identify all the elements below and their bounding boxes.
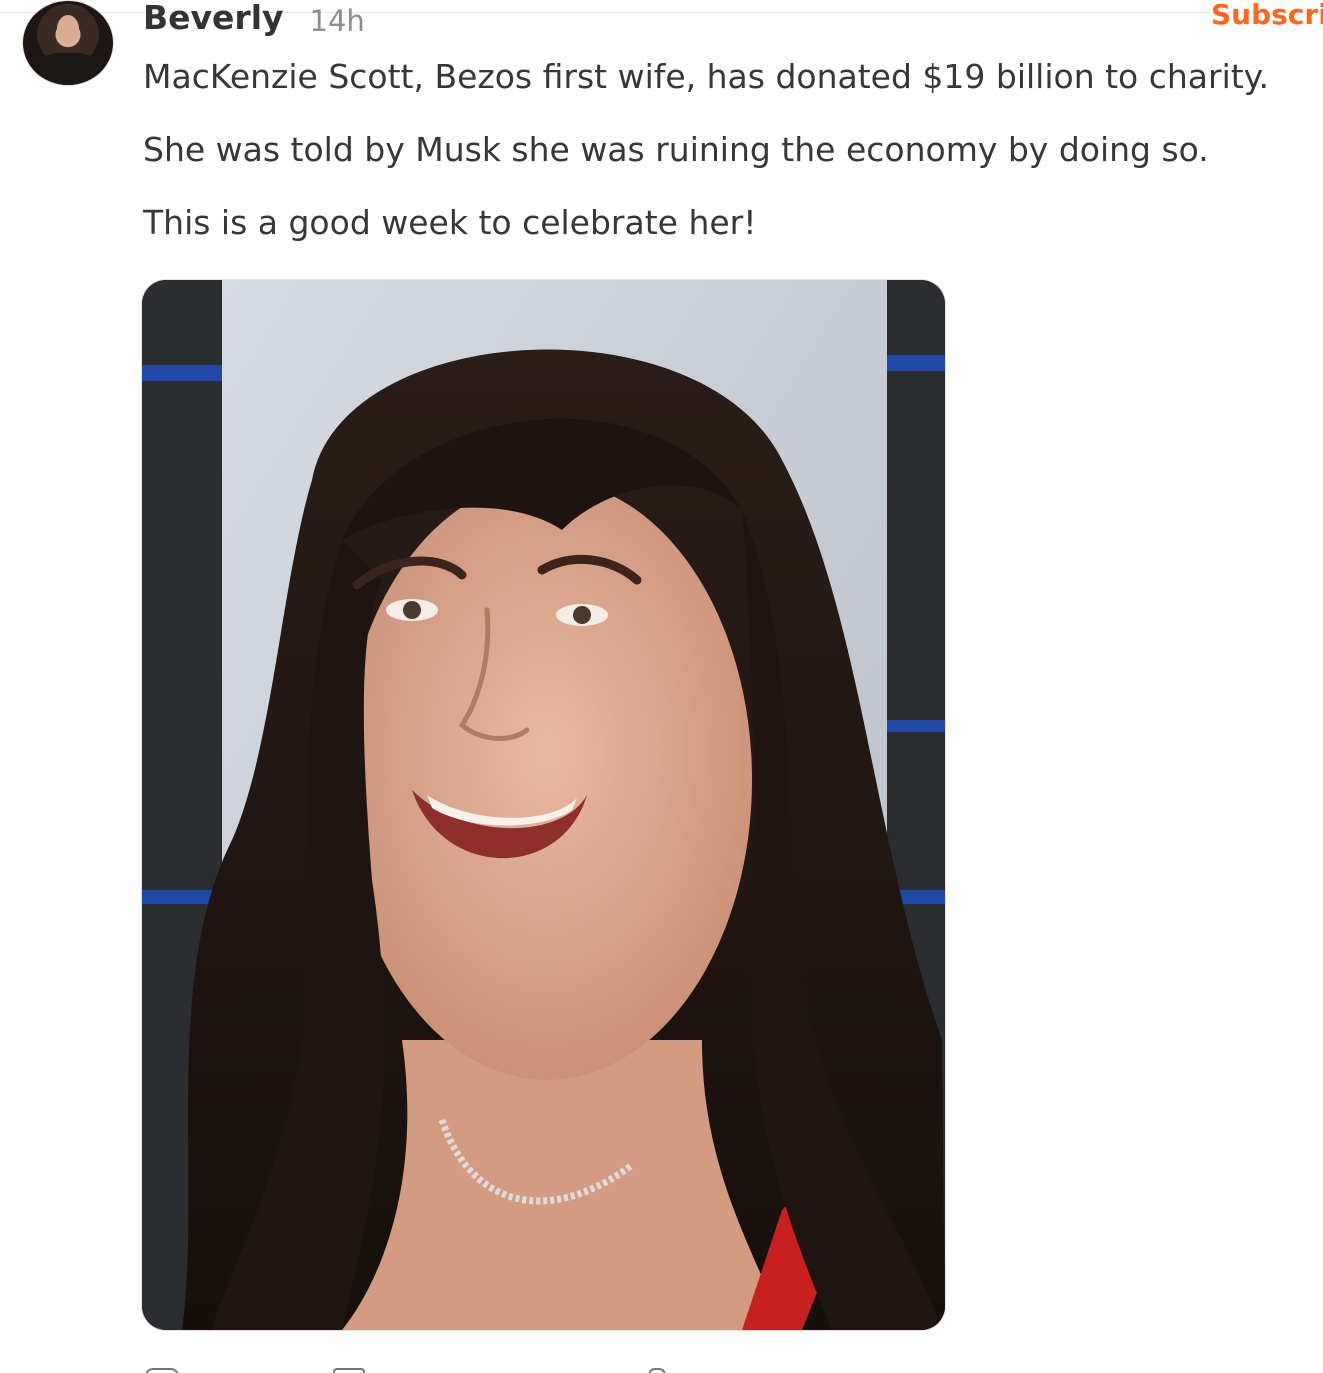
author-name[interactable]: Beverly	[143, 0, 284, 37]
post-image[interactable]	[142, 280, 945, 1330]
portrait-photo	[142, 280, 945, 1330]
post-timestamp[interactable]: 14h	[310, 4, 365, 38]
subscribe-button[interactable]: Subscri	[1211, 0, 1323, 31]
post-paragraph: She was told by Musk she was ruining the…	[143, 130, 1209, 169]
like-icon[interactable]	[145, 1368, 179, 1373]
post-body: MacKenzie Scott, Bezos first wife, has d…	[143, 56, 1313, 275]
author-avatar[interactable]	[22, 0, 114, 86]
post-paragraph: This is a good week to celebrate her!	[143, 203, 757, 242]
post-header: Beverly 14h	[143, 0, 365, 40]
post-paragraph: MacKenzie Scott, Bezos first wife, has d…	[143, 57, 1269, 96]
share-icon[interactable]	[648, 1368, 666, 1373]
post-actions	[143, 1362, 743, 1373]
comment-icon[interactable]	[333, 1368, 365, 1373]
avatar-shoulders	[33, 53, 103, 85]
avatar-face	[57, 15, 79, 43]
